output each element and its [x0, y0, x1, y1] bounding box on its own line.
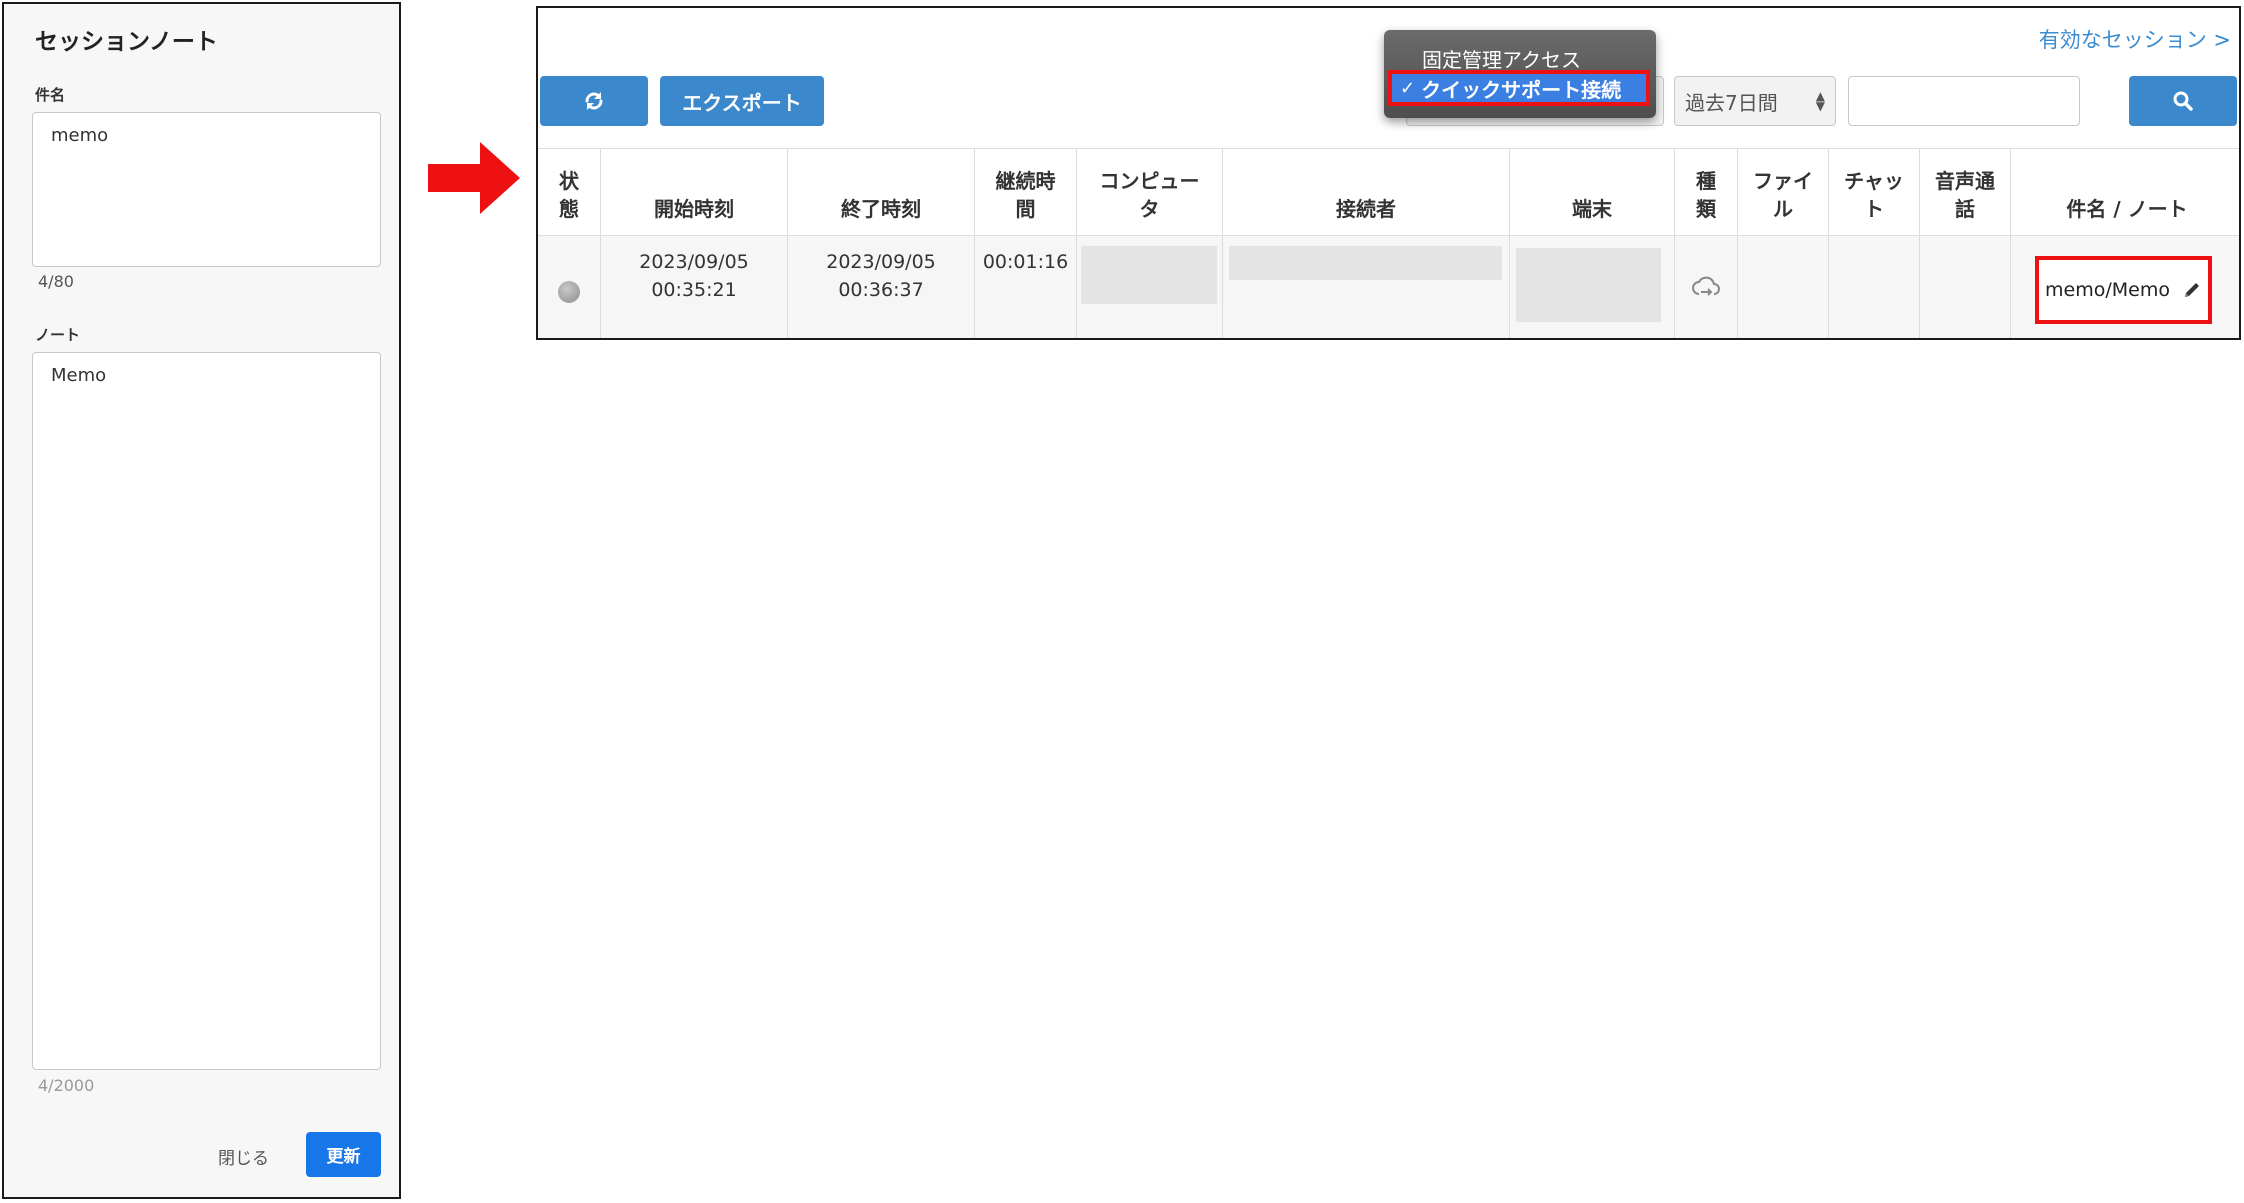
table-row[interactable]: 2023/09/05 00:35:21 2023/09/05 00:36:37 … [538, 236, 2239, 338]
refresh-icon [585, 92, 603, 110]
column-header-chat[interactable]: チャッ ト [1829, 149, 1920, 235]
subject-counter: 4/80 [38, 272, 74, 291]
subject-note-highlight[interactable]: memo/Memo [2035, 256, 2212, 324]
dropdown-item-quick-support-label: クイックサポート接続 [1421, 77, 1622, 102]
close-button[interactable]: 閉じる [218, 1144, 269, 1169]
session-table: 状 態 開始時刻 終了時刻 継続時 間 コンピュー タ 接続者 端末 種 類 フ… [538, 148, 2239, 338]
voice-call-cell [1920, 236, 2011, 338]
note-label: ノート [35, 326, 81, 344]
arrow-right-icon [428, 142, 520, 214]
note-panel-title: セッションノート [35, 29, 218, 55]
session-note-panel: セッションノート 件名 memo 4/80 ノート Memo 4/2000 閉じ… [2, 2, 401, 1199]
column-header-device[interactable]: 端末 [1510, 149, 1675, 235]
search-icon [2173, 91, 2193, 111]
start-time-cell: 2023/09/05 00:35:21 [601, 236, 788, 338]
redacted-device [1516, 248, 1661, 322]
table-header-row: 状 態 開始時刻 終了時刻 継続時 間 コンピュー タ 接続者 端末 種 類 フ… [538, 148, 2239, 236]
export-button[interactable]: エクスポート [660, 76, 824, 126]
note-textarea[interactable]: Memo [32, 352, 381, 1070]
refresh-button[interactable] [540, 76, 648, 126]
access-type-dropdown: 固定管理アクセス ✓ クイックサポート接続 [1384, 30, 1656, 118]
end-time-cell: 2023/09/05 00:36:37 [788, 236, 975, 338]
column-header-computer[interactable]: コンピュー タ [1077, 149, 1223, 235]
cloud-icon [1692, 276, 1720, 296]
column-header-duration[interactable]: 継続時 間 [975, 149, 1077, 235]
search-input[interactable] [1848, 76, 2080, 126]
period-select-value: 過去7日間 [1685, 90, 1778, 115]
column-header-file[interactable]: ファイ ル [1738, 149, 1829, 235]
column-header-start-time[interactable]: 開始時刻 [601, 149, 788, 235]
update-button[interactable]: 更新 [306, 1132, 381, 1177]
device-cell [1510, 236, 1675, 338]
session-list-panel: 有効なセッション > エクスポート 過去7日間 ▲ ▼ 固定管理アクセス ✓ クイ… [536, 6, 2241, 340]
connector-cell [1223, 236, 1510, 338]
type-cell [1675, 236, 1738, 338]
dropdown-item-quick-support[interactable]: ✓ クイックサポート接続 [1388, 70, 1650, 106]
column-header-status[interactable]: 状 態 [538, 149, 601, 235]
column-header-end-time[interactable]: 終了時刻 [788, 149, 975, 235]
subject-label: 件名 [35, 86, 66, 104]
status-cell [538, 236, 601, 338]
chat-cell [1829, 236, 1920, 338]
period-select[interactable]: 過去7日間 ▲ ▼ [1674, 76, 1836, 126]
column-header-voice-call[interactable]: 音声通 話 [1920, 149, 2011, 235]
column-header-type[interactable]: 種 類 [1675, 149, 1738, 235]
status-indicator [558, 281, 580, 303]
pencil-icon[interactable] [2182, 280, 2202, 300]
updown-arrows-icon: ▲ ▼ [1815, 89, 1825, 113]
subject-note-text: memo/Memo [2045, 279, 2170, 301]
dropdown-item-fixed-access[interactable]: 固定管理アクセス [1422, 44, 1581, 73]
note-counter: 4/2000 [38, 1076, 95, 1095]
check-icon: ✓ [1400, 77, 1416, 99]
subject-input[interactable]: memo [32, 112, 381, 267]
redacted-connector [1229, 246, 1502, 280]
search-button[interactable] [2129, 76, 2237, 126]
file-cell [1738, 236, 1829, 338]
computer-cell [1077, 236, 1223, 338]
subject-note-cell: memo/Memo [2011, 236, 2239, 338]
active-sessions-link[interactable]: 有効なセッション > [2039, 24, 2231, 54]
redacted-computer [1081, 246, 1217, 304]
duration-cell: 00:01:16 [975, 236, 1077, 338]
column-header-connector[interactable]: 接続者 [1223, 149, 1510, 235]
column-header-subject-note[interactable]: 件名 / ノート [2011, 149, 2239, 235]
